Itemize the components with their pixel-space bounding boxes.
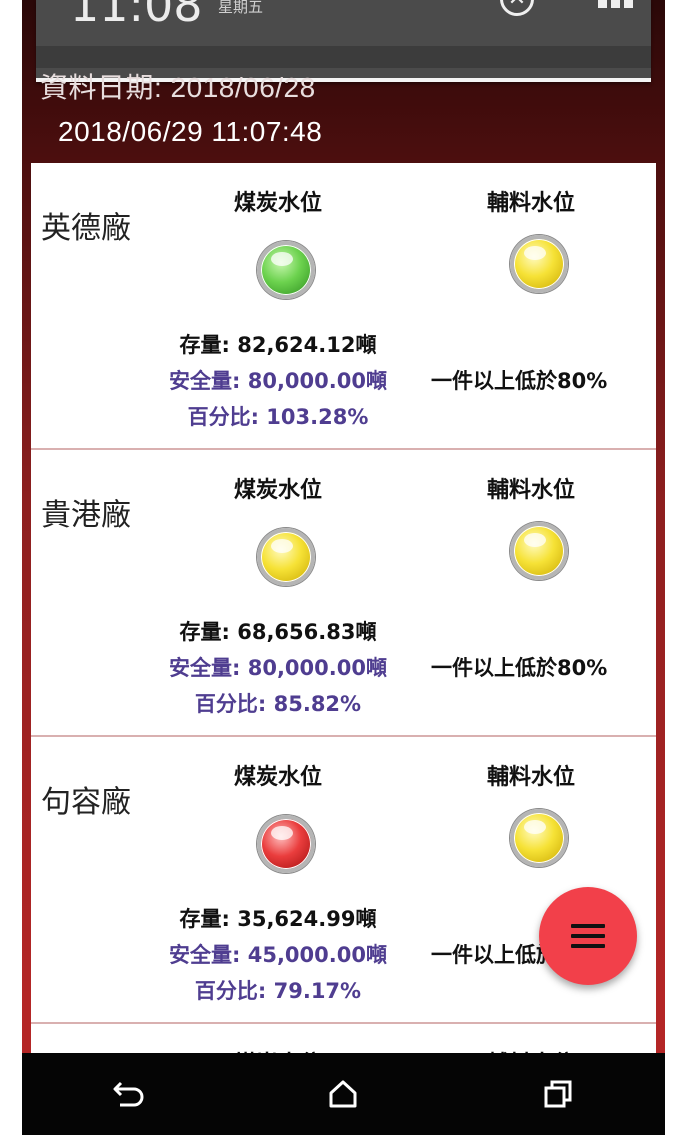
updated-timestamp: 2018/06/29 11:07:48 <box>58 116 323 147</box>
plant-card[interactable]: 英德廠 煤炭水位 輔料水位 存量: 82,624.12噸 安全量: 80,000… <box>31 163 656 450</box>
data-date-label: 資料日期: 2018/06/28 <box>40 72 316 103</box>
aux-level-title: 輔料水位 <box>486 191 575 216</box>
aux-status-light-icon <box>510 522 568 580</box>
close-icon[interactable]: ✕ <box>500 0 534 16</box>
recents-icon <box>544 1080 572 1108</box>
plant-name: 英德廠 <box>41 211 131 246</box>
plant-card[interactable]: 貴港廠 煤炭水位 輔料水位 存量: 68,656.83噸 安全量: 80,000… <box>31 450 656 737</box>
coal-safety-stock: 安全量: 80,000.00噸 <box>169 656 387 680</box>
system-nav-bar <box>22 1053 665 1135</box>
aux-status-note: 一件以上低於80% <box>431 656 608 680</box>
nav-back-button[interactable] <box>99 1064 159 1124</box>
plant-name: 句容廠 <box>41 785 131 820</box>
coal-safety-stock: 安全量: 80,000.00噸 <box>169 369 387 393</box>
coal-stock: 存量: 35,624.99噸 <box>179 907 377 931</box>
coal-safety-stock: 安全量: 45,000.00噸 <box>169 943 387 967</box>
plant-name: 貴港廠 <box>41 498 131 533</box>
nav-home-button[interactable] <box>313 1064 373 1124</box>
nav-recents-button[interactable] <box>528 1064 588 1124</box>
coal-level-title: 煤炭水位 <box>233 478 322 503</box>
coal-percentage: 百分比: 85.82% <box>194 692 362 716</box>
coal-level-title: 煤炭水位 <box>233 191 322 216</box>
aux-status-light-icon <box>510 235 568 293</box>
home-icon <box>329 1080 357 1108</box>
coal-level-title: 煤炭水位 <box>233 765 322 790</box>
aux-level-title: 輔料水位 <box>486 478 575 503</box>
coal-status-light-icon <box>257 241 315 299</box>
back-icon <box>113 1081 144 1107</box>
coal-status-light-icon <box>257 815 315 873</box>
notification-clock: 11:08 <box>70 0 203 32</box>
aux-status-note: 一件以上低於80% <box>431 369 608 393</box>
plant-card[interactable]: 句容廠 煤炭水位 輔料水位 存量: 35,624.99噸 安全量: 45,000… <box>31 737 656 1024</box>
notification-strip <box>36 46 651 68</box>
aux-status-light-icon <box>510 809 568 867</box>
coal-status-light-icon <box>257 528 315 586</box>
coal-stock: 存量: 82,624.12噸 <box>179 333 377 357</box>
coal-percentage: 百分比: 103.28% <box>187 405 369 429</box>
notification-weekday: 星期五 <box>218 0 264 16</box>
coal-percentage: 百分比: 79.17% <box>194 979 362 1003</box>
menu-fab-button[interactable] <box>539 887 637 985</box>
grid-icon[interactable] <box>598 0 636 18</box>
aux-level-title: 輔料水位 <box>486 765 575 790</box>
menu-icon <box>571 924 605 948</box>
coal-stock: 存量: 68,656.83噸 <box>179 620 377 644</box>
